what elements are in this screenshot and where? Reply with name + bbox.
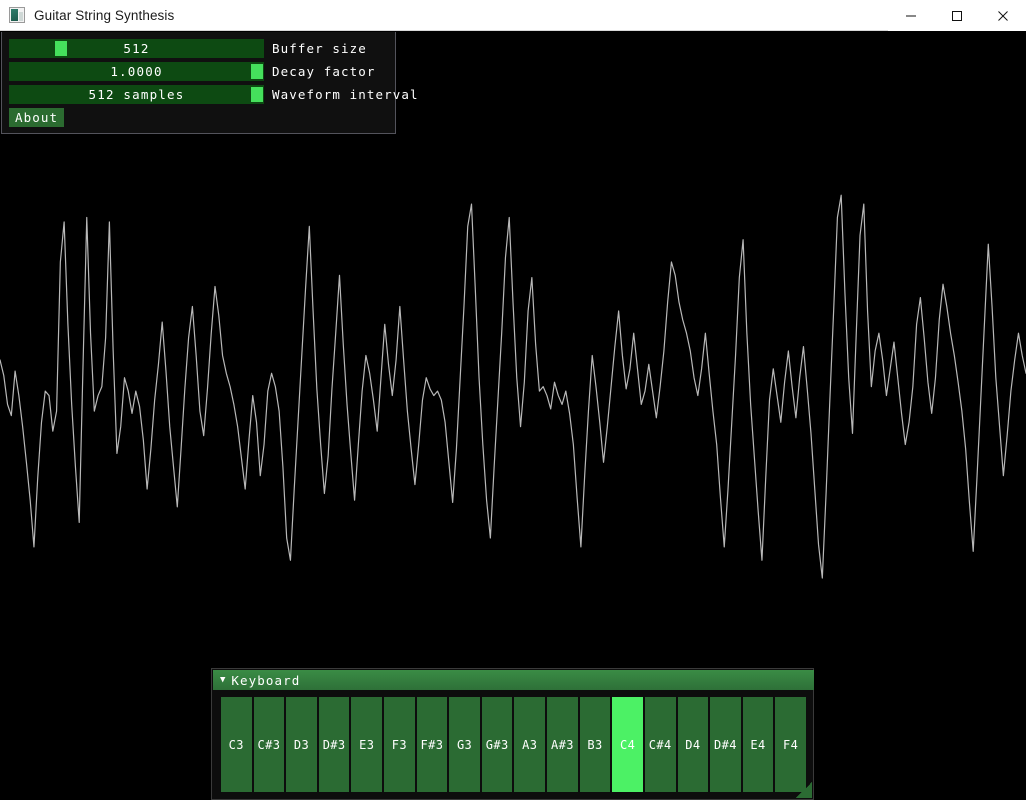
key-D3[interactable]: D3 (286, 697, 317, 792)
close-icon[interactable] (980, 0, 1026, 31)
maximize-icon[interactable] (934, 0, 980, 31)
key-E4[interactable]: E4 (743, 697, 774, 792)
keyboard-panel-title: Keyboard (231, 673, 300, 688)
slider-value-decay-factor: 1.0000 (9, 62, 264, 81)
slider-decay-factor[interactable]: 1.0000 (9, 62, 264, 81)
app-window: Guitar String Synthesis 512 Buffer size (0, 0, 1026, 800)
key-Gsharp3[interactable]: G#3 (482, 697, 513, 792)
slider-label-buffer-size: Buffer size (272, 41, 367, 56)
slider-thumb-waveform-interval[interactable] (251, 87, 263, 102)
keyboard-keys: C3C#3D3D#3E3F3F#3G3G#3A3A#3B3C4C#4D4D#4E… (221, 697, 806, 792)
key-G3[interactable]: G3 (449, 697, 480, 792)
control-row-decay-factor: 1.0000 Decay factor (9, 62, 376, 81)
chevron-down-icon[interactable]: ▼ (220, 676, 225, 685)
slider-label-decay-factor: Decay factor (272, 64, 376, 79)
slider-value-waveform-interval: 512 samples (9, 85, 264, 104)
title-bar: Guitar String Synthesis (0, 0, 1026, 31)
key-Dsharp4[interactable]: D#4 (710, 697, 741, 792)
minimize-icon[interactable] (888, 0, 934, 31)
key-Dsharp3[interactable]: D#3 (319, 697, 350, 792)
key-E3[interactable]: E3 (351, 697, 382, 792)
slider-buffer-size[interactable]: 512 (9, 39, 264, 58)
slider-label-waveform-interval: Waveform interval (272, 87, 419, 102)
about-button[interactable]: About (9, 108, 64, 127)
window-title: Guitar String Synthesis (34, 8, 174, 23)
key-Fsharp3[interactable]: F#3 (417, 697, 448, 792)
waveform-display (0, 135, 1026, 665)
resize-grip[interactable] (796, 782, 812, 798)
slider-thumb-decay-factor[interactable] (251, 64, 263, 79)
slider-value-buffer-size: 512 (9, 39, 264, 58)
waveform-svg (0, 135, 1026, 665)
key-B3[interactable]: B3 (580, 697, 611, 792)
key-Csharp3[interactable]: C#3 (254, 697, 285, 792)
key-C3[interactable]: C3 (221, 697, 252, 792)
slider-thumb-buffer-size[interactable] (55, 41, 67, 56)
key-F4[interactable]: F4 (775, 697, 806, 792)
control-row-waveform-interval: 512 samples Waveform interval (9, 85, 419, 104)
key-F3[interactable]: F3 (384, 697, 415, 792)
app-image-icon (9, 7, 25, 23)
key-D4[interactable]: D4 (678, 697, 709, 792)
window-controls (888, 0, 1026, 31)
controls-panel: 512 Buffer size 1.0000 Decay factor 512 … (1, 32, 396, 134)
key-C4[interactable]: C4 (612, 697, 643, 792)
key-A3[interactable]: A3 (514, 697, 545, 792)
slider-waveform-interval[interactable]: 512 samples (9, 85, 264, 104)
keyboard-panel-header[interactable]: ▼ Keyboard (213, 670, 814, 690)
control-row-buffer-size: 512 Buffer size (9, 39, 367, 58)
keyboard-panel: ▼ Keyboard C3C#3D3D#3E3F3F#3G3G#3A3A#3B3… (211, 668, 814, 800)
key-Csharp4[interactable]: C#4 (645, 697, 676, 792)
waveform-line (0, 195, 1026, 578)
key-Asharp3[interactable]: A#3 (547, 697, 578, 792)
